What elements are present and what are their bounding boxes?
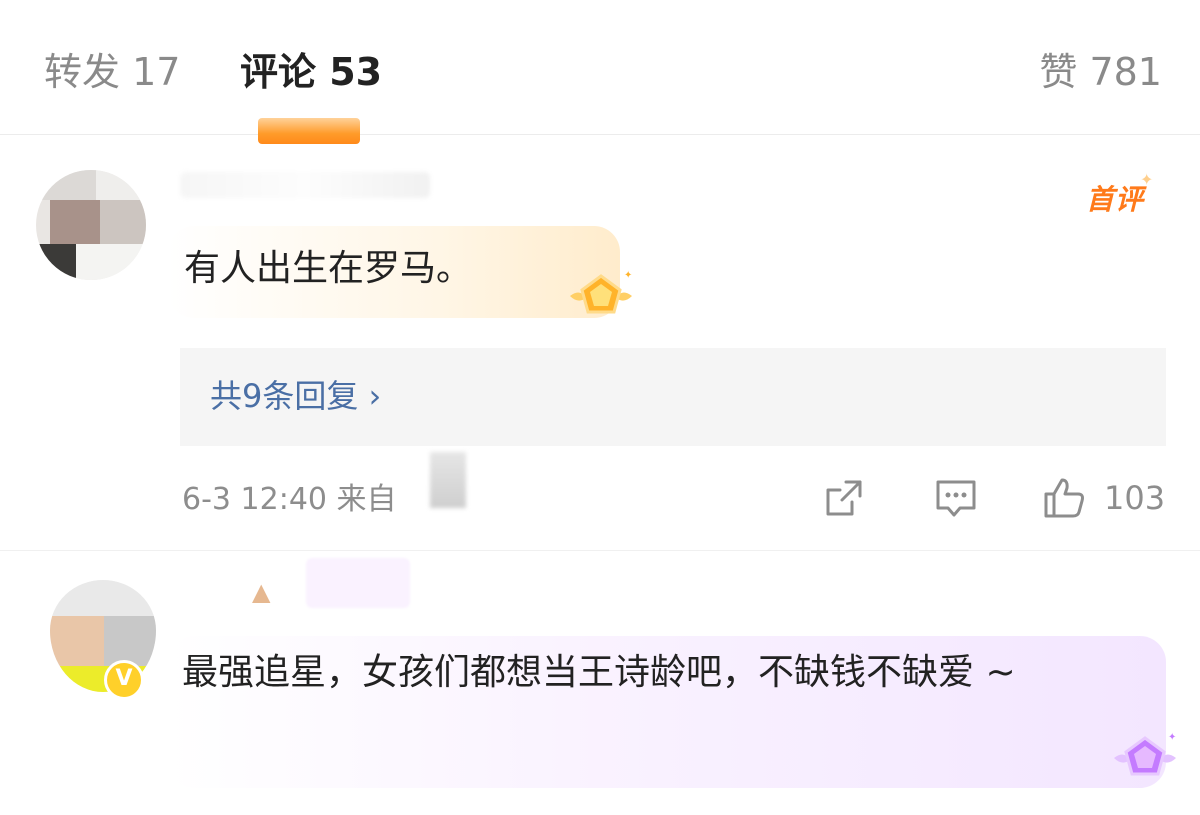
like-count: 103 <box>1104 479 1166 517</box>
gem-badge-icon: ✦ <box>1114 732 1176 776</box>
comment-item: 首评 ✦ 有人出生在罗马。 ✦ 共9条回复 › 6-3 12:40 来自 103 <box>0 150 1200 551</box>
share-button[interactable] <box>822 476 866 520</box>
comment-icon <box>936 480 976 517</box>
first-comment-badge: 首评 <box>1085 183 1144 216</box>
like-button[interactable]: 103 <box>1040 476 1165 520</box>
share-icon <box>826 480 862 516</box>
reply-button[interactable] <box>932 476 980 520</box>
view-replies-button[interactable]: 共9条回复 › <box>180 348 1166 446</box>
tab-reposts[interactable]: 转发 17 <box>44 48 180 96</box>
vip-badge-icon: V <box>104 660 144 700</box>
source-redacted <box>430 452 466 508</box>
thumbs-up-icon <box>1044 478 1084 518</box>
comment-item: V ▲ 最强追星，女孩们都想当王诗龄吧，不缺钱不缺爱 ~ ✦ <box>0 550 1200 815</box>
level-icon: ▲ <box>252 578 271 606</box>
tab-comments[interactable]: 评论 53 <box>240 48 382 96</box>
username-redacted[interactable] <box>306 558 410 608</box>
sparkle-icon: ✦ <box>1140 170 1154 189</box>
svg-text:✦: ✦ <box>1168 732 1176 743</box>
comment-text: 最强追星，女孩们都想当王诗龄吧，不缺钱不缺爱 ~ <box>182 652 1016 693</box>
comment-text: 有人出生在罗马。 <box>184 248 473 289</box>
gem-badge-icon: ✦ <box>570 270 632 314</box>
tab-likes[interactable]: 赞 781 <box>1039 48 1162 96</box>
avatar[interactable] <box>36 170 146 280</box>
replies-link-text: 共9条回复 › <box>210 377 382 415</box>
svg-text:✦: ✦ <box>624 270 632 281</box>
tab-bar: 转发 17 评论 53 赞 781 <box>0 0 1200 144</box>
comment-meta: 6-3 12:40 来自 <box>182 482 397 517</box>
active-tab-indicator <box>258 118 360 144</box>
username-redacted[interactable] <box>180 172 430 198</box>
